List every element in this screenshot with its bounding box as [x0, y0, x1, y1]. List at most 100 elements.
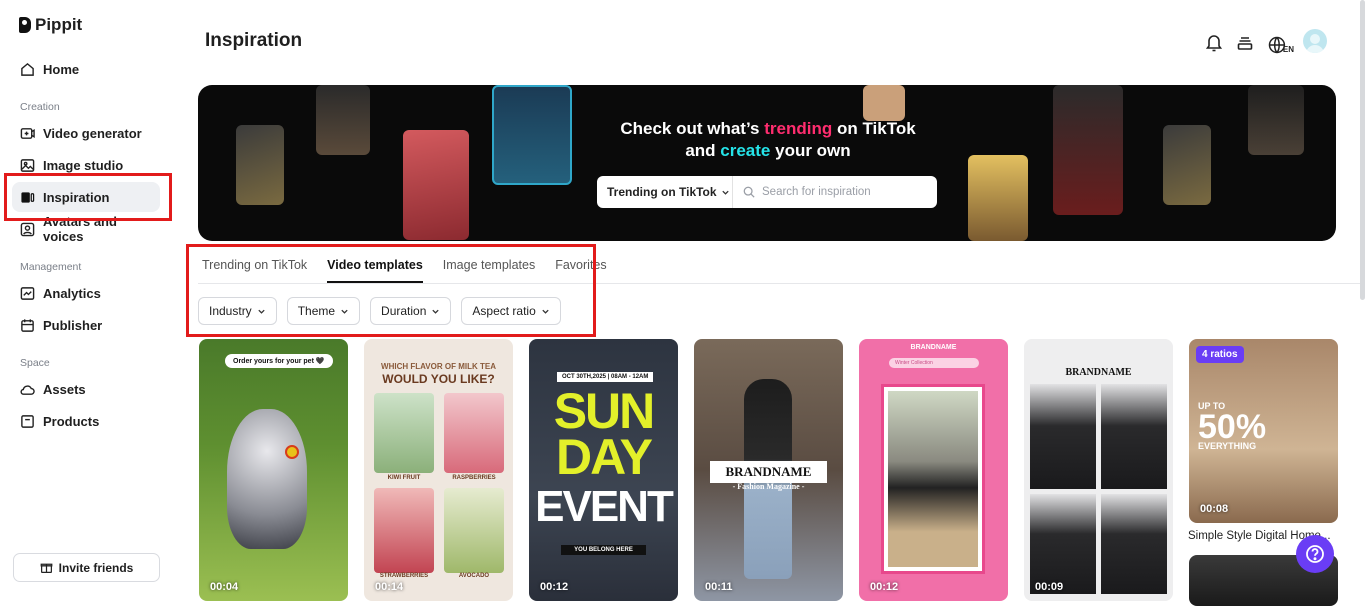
ratio-label: 4 ratios	[1202, 349, 1238, 360]
user-avatar[interactable]	[1303, 29, 1327, 53]
model-image	[1101, 384, 1167, 489]
avatar-icon	[20, 222, 35, 236]
banner-thumbnail	[492, 85, 572, 185]
source-dropdown[interactable]: Trending on TikTok	[597, 176, 733, 208]
drink-image	[444, 488, 504, 573]
gift-icon	[40, 563, 53, 573]
section-label-space: Space	[20, 357, 50, 369]
banner-thumbnail	[1053, 85, 1123, 215]
stack-icon[interactable]	[1237, 30, 1253, 54]
hero-banner: Check out what’s trending on TikTok and …	[198, 85, 1336, 241]
headline-highlight: trending	[764, 119, 833, 138]
sidebar-item-label: Home	[43, 61, 80, 77]
headline-text: Check out what’s	[620, 119, 765, 138]
photo-frame	[881, 384, 985, 574]
app-name: Pippit	[35, 15, 83, 34]
dog-image	[227, 409, 307, 549]
card-caption-text: OCT 30TH,2025 | 08AM - 12AM	[557, 372, 654, 382]
sidebar-item-label: Image studio	[43, 157, 124, 173]
event-title: DAY	[556, 429, 653, 485]
help-button[interactable]	[1296, 535, 1334, 573]
logo[interactable]: Pippit	[19, 15, 82, 35]
bell-icon[interactable]	[1205, 30, 1223, 54]
card-caption-text: BRANDNAME	[710, 461, 827, 483]
headline-text: your own	[770, 141, 851, 160]
calendar-icon	[21, 318, 34, 332]
search-icon	[743, 186, 755, 198]
sidebar-item-publisher[interactable]: Publisher	[12, 310, 160, 340]
question-icon	[1306, 545, 1324, 563]
drink-image	[444, 393, 504, 473]
sidebar-item-label: Products	[43, 413, 100, 429]
invite-label: Invite friends	[58, 560, 134, 575]
headline-highlight: create	[720, 141, 771, 160]
duration-badge: 00:11	[705, 581, 733, 593]
video-plus-icon	[20, 127, 35, 139]
chevron-down-icon	[721, 190, 729, 195]
duration-badge: 00:09	[1035, 581, 1064, 593]
card-caption-text: EVERYTHING	[1198, 441, 1257, 451]
banner-thumbnail	[1163, 125, 1211, 205]
page-title: Inspiration	[205, 30, 303, 51]
section-label-creation: Creation	[20, 101, 60, 113]
banner-headline: Check out what’s trending on TikTok and …	[588, 118, 948, 162]
card-caption-text: WOULD YOU LIKE?	[382, 372, 495, 386]
ball-image	[285, 445, 299, 459]
drink-image	[374, 488, 434, 573]
template-card[interactable]: 4 ratios UP TO 50% EVERYTHING 00:08	[1189, 339, 1338, 523]
chart-icon	[20, 286, 35, 300]
highlight-box-inspiration	[4, 173, 172, 221]
model-image	[888, 391, 978, 567]
page-scrollbar[interactable]	[1360, 0, 1365, 300]
drink-image	[374, 393, 434, 473]
card-caption-text: BRANDNAME	[910, 344, 957, 351]
sidebar-item-home[interactable]: Home	[12, 54, 160, 84]
card-caption-text: Order yours for your pet 🖤	[225, 354, 333, 368]
template-card[interactable]: WHICH FLAVOR OF MILK TEA WOULD YOU LIKE?…	[364, 339, 513, 601]
template-card[interactable]: BRANDNAME 00:09	[1024, 339, 1173, 601]
search-placeholder: Search for inspiration	[762, 186, 871, 198]
headline-text: on TikTok	[832, 119, 916, 138]
banner-search-bar: Trending on TikTok Search for inspiratio…	[597, 176, 937, 208]
banner-thumbnail	[968, 155, 1028, 241]
pippit-logo-icon	[19, 17, 31, 33]
invite-friends-button[interactable]: Invite friends	[13, 553, 160, 582]
sidebar-item-video-generator[interactable]: Video generator	[12, 118, 160, 148]
sidebar-item-label: Video generator	[43, 125, 142, 141]
card-caption-text: - Fashion Magazine -	[732, 482, 805, 491]
flavor-label: KIWI FRUIT	[387, 475, 421, 481]
duration-badge: 00:08	[1200, 503, 1229, 515]
template-card[interactable]: Order yours for your pet 🖤 00:04	[199, 339, 348, 601]
banner-thumbnail	[316, 85, 370, 155]
sidebar-item-products[interactable]: Products	[12, 406, 160, 436]
duration-badge: 00:14	[375, 581, 404, 593]
sidebar-item-label: Assets	[43, 381, 86, 397]
sidebar: Pippit Home Creation Video generator Ima…	[0, 0, 176, 606]
template-card[interactable]: BRANDNAME Winter Collection 00:12	[859, 339, 1008, 601]
main-content: Inspiration EN Check out what’s trending…	[176, 0, 1365, 606]
search-input[interactable]: Search for inspiration	[733, 186, 937, 198]
headline-text: and	[685, 141, 721, 160]
flavor-label: AVOCADO	[458, 573, 490, 579]
banner-thumbnail	[403, 130, 469, 240]
model-image	[1030, 384, 1096, 489]
template-card[interactable]: BRANDNAME - Fashion Magazine - 00:11	[694, 339, 843, 601]
card-caption-text: Winter Collection	[889, 358, 979, 368]
home-icon	[21, 62, 34, 76]
duration-badge: 00:04	[210, 581, 239, 593]
image-icon	[20, 158, 35, 172]
template-card[interactable]: OCT 30TH,2025 | 08AM - 12AM SUN DAY EVEN…	[529, 339, 678, 601]
sidebar-item-analytics[interactable]: Analytics	[12, 278, 160, 308]
language-selector[interactable]: EN	[1268, 30, 1294, 54]
language-code: EN	[1282, 45, 1294, 54]
event-title: EVENT	[535, 482, 674, 531]
box-icon	[21, 414, 34, 428]
card-caption-text: WHICH FLAVOR OF MILK TEA	[381, 362, 496, 371]
card-caption-text: YOU BELONG HERE	[561, 545, 646, 555]
sidebar-item-assets[interactable]: Assets	[12, 374, 160, 404]
model-image	[1101, 494, 1167, 594]
banner-thumbnail	[863, 85, 905, 121]
banner-thumbnail	[1248, 85, 1304, 155]
duration-badge: 00:12	[540, 581, 569, 593]
highlight-box-tabs-filters	[186, 244, 596, 337]
